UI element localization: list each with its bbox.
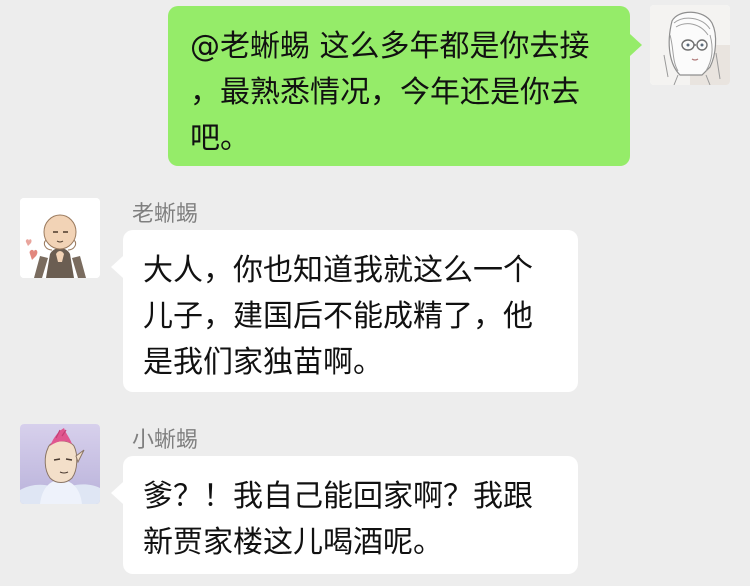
girl-sketch-avatar-icon[interactable] [650, 5, 730, 85]
pink-mohawk-lizard-avatar-icon[interactable] [20, 424, 100, 504]
message-bubble-self[interactable]: @老蜥蜴 这么多年都是你去接 ，最熟悉情况，今年还是你去 吧。 [168, 6, 630, 166]
message-line: 大人，你也知道我就这么一个 [143, 253, 533, 288]
bubble-tail [111, 482, 123, 504]
message-line: 儿子，建国后不能成精了，他 [143, 299, 533, 334]
message-line: 吧。 [190, 121, 250, 156]
message-bubble-other[interactable]: 大人，你也知道我就这么一个 儿子，建国后不能成精了，他 是我们家独苗啊。 [123, 230, 578, 392]
message-bubble-other[interactable]: 爹？！我自己能回家啊？我跟 新贾家楼这儿喝酒呢。 [123, 456, 578, 574]
bubble-tail [111, 256, 123, 278]
bald-old-man-avatar-icon[interactable] [20, 198, 100, 278]
sender-name: 小蜥蜴 [132, 428, 199, 453]
sender-name: 老蜥蜴 [132, 202, 199, 227]
message-line: ，最熟悉情况，今年还是你去 [190, 75, 580, 110]
message-line: 爹？！我自己能回家啊？我跟 [143, 479, 533, 514]
message-line: 新贾家楼这儿喝酒呢。 [143, 525, 443, 560]
message-line: @老蜥蜴 这么多年都是你去接 [190, 29, 590, 64]
bubble-tail [630, 34, 642, 56]
message-line: 是我们家独苗啊。 [143, 345, 383, 380]
